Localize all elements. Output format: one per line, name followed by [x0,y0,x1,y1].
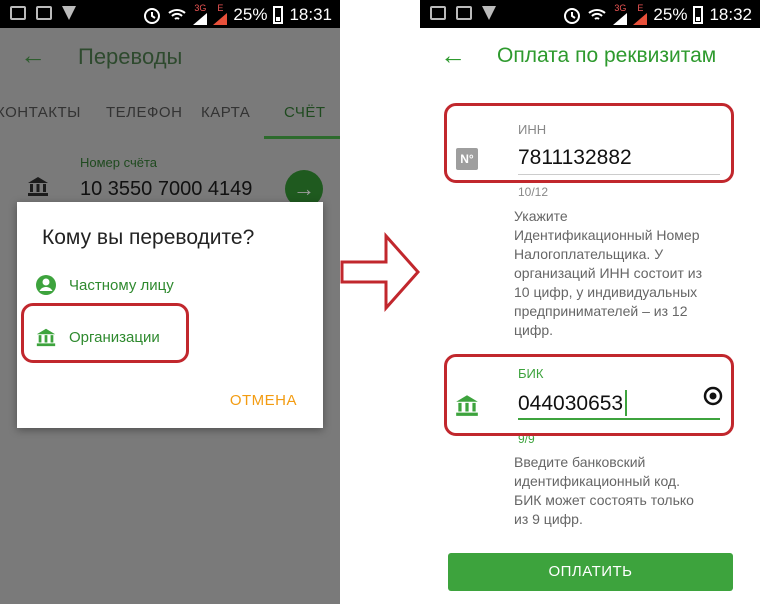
shield-icon [482,6,496,20]
clock: 18:31 [289,4,332,24]
shield-icon [62,6,76,20]
signal-icon [193,13,208,25]
page-title: Оплата по реквизитам [497,44,717,67]
highlight-frame [444,103,734,183]
back-arrow-icon[interactable]: ← [20,40,46,71]
account-number-input[interactable]: 10 3550 7000 4149 [80,178,252,201]
hint-line: предпринимателей – из 12 [514,303,688,319]
wifi-icon [588,8,607,20]
battery-percent: 25% [233,4,268,24]
highlight-frame [444,354,734,436]
wifi-icon [168,8,187,20]
gallery-icon [10,6,26,20]
tab-phone[interactable]: ТЕЛЕФОН [106,104,182,121]
message-icon [36,6,52,20]
tab-card[interactable]: КАРТА [201,104,250,121]
hint-line: БИК может состоять только [514,492,694,508]
option-private-person[interactable]: Частному лицу [35,274,174,296]
clock: 18:32 [709,4,752,24]
bank-icon [28,177,48,196]
hint-line: 10 цифр, у индивидуальных [514,284,698,300]
network-3g-label: 3G [194,3,207,13]
person-icon [36,275,56,295]
dialog-title: Кому вы переводите? [42,226,255,249]
alarm-icon [564,7,581,24]
right-phone-screen: 3G E 25% 18:32 ← Оплата по реквизитам N°… [420,0,760,604]
battery-percent: 25% [653,4,688,24]
hint-line: Укажите [514,208,568,224]
pay-button[interactable]: ОПЛАТИТЬ [448,553,733,591]
hint-line: Введите банковский [514,454,646,470]
battery-icon [693,5,704,24]
account-number-label: Номер счёта [80,155,158,170]
active-tab-indicator [264,136,340,139]
tab-account[interactable]: СЧЁТ [284,104,326,121]
message-icon [456,6,472,20]
hint-line: Налогоплательщика. У [514,246,664,262]
option-private-person-label: Частному лицу [69,276,174,294]
status-bar: 3G E 25% 18:31 [0,0,340,28]
bik-hint: Введите банковский идентификационный код… [514,453,694,529]
inn-hint: Укажите Идентификационный Номер Налогопл… [514,207,702,340]
signal-icon [213,13,228,25]
network-e-label: E [637,3,644,13]
highlight-frame [21,303,189,363]
hint-line: идентификационный код. [514,473,680,489]
network-e-label: E [217,3,224,13]
page-title: Переводы [78,44,183,69]
hint-line: организаций ИНН состоит из [514,265,702,281]
left-phone-screen: 3G E 25% 18:31 ← Переводы КОНТАКТЫ ТЕЛЕФ… [0,0,340,604]
network-3g-label: 3G [614,3,627,13]
gallery-icon [430,6,446,20]
tab-contacts[interactable]: КОНТАКТЫ [0,104,81,121]
hint-line: цифр. [514,322,554,338]
status-bar: 3G E 25% 18:32 [420,0,760,28]
hint-line: из 9 цифр. [514,511,583,527]
battery-icon [273,5,284,24]
signal-icon [633,13,648,25]
alarm-icon [144,7,161,24]
hint-line: Идентификационный Номер [514,227,700,243]
inn-char-counter: 10/12 [518,185,549,199]
transition-arrow [340,232,421,312]
cancel-button[interactable]: ОТМЕНА [230,392,297,409]
signal-icon [613,13,628,25]
back-arrow-icon[interactable]: ← [440,40,466,71]
